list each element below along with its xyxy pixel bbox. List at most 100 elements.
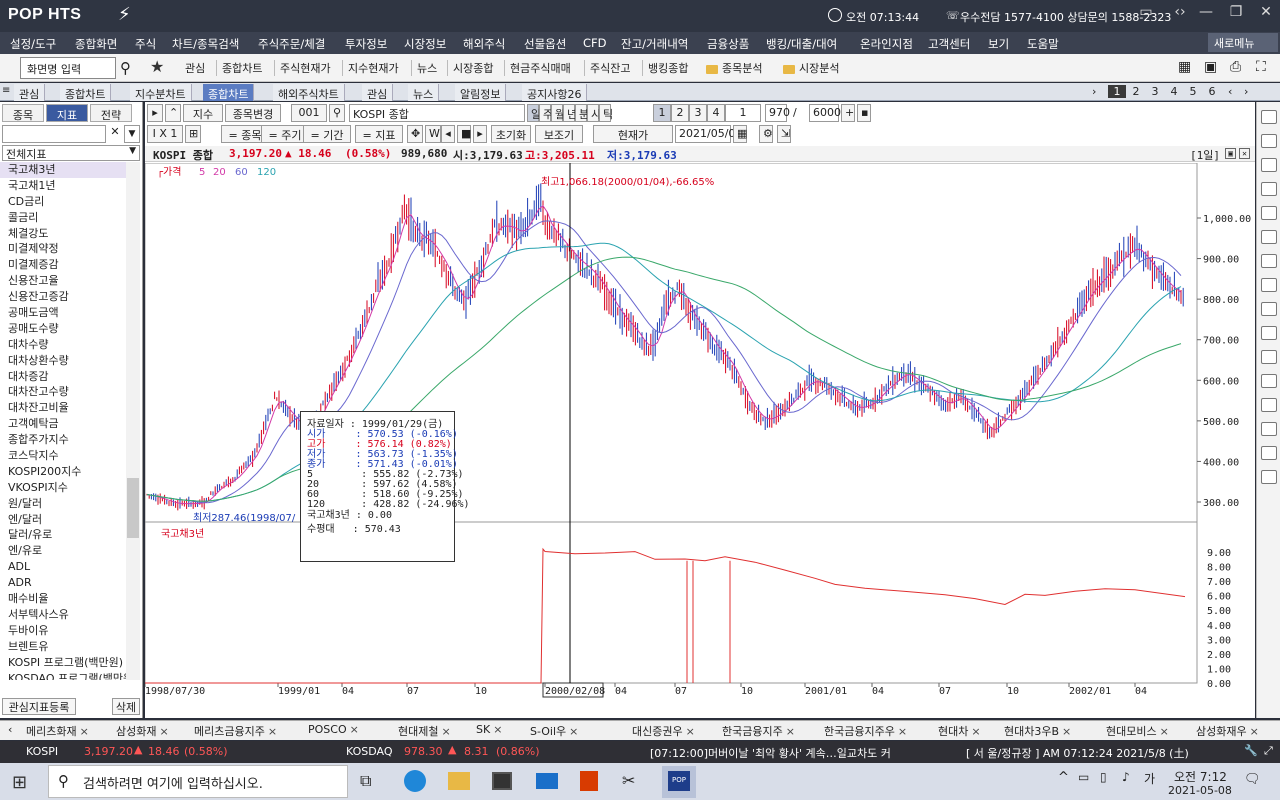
indicator-item[interactable]: KOSDAQ 프로그램(백만원) bbox=[0, 671, 126, 681]
toolbar-item[interactable]: 주식현재가 bbox=[280, 60, 331, 76]
menu-icon[interactable]: ≡ bbox=[2, 85, 10, 96]
count-input[interactable]: 970 bbox=[765, 104, 790, 122]
indicator-item[interactable]: 대차증감 bbox=[0, 369, 126, 385]
indicator-item[interactable]: 공매도수량 bbox=[0, 321, 126, 337]
aux-button[interactable]: 보조기능 bbox=[535, 125, 583, 158]
period-button[interactable]: 틱 bbox=[599, 104, 613, 122]
toolbar-item[interactable]: 주식잔고 bbox=[590, 60, 630, 76]
close-icon[interactable]: ✕ bbox=[1239, 148, 1250, 159]
stock-tab[interactable]: 현대차 × bbox=[938, 723, 981, 739]
date-input[interactable]: 2021/05/07 bbox=[675, 125, 742, 143]
chevron-left-icon[interactable]: ‹ bbox=[8, 723, 12, 736]
monitor-icon[interactable]: ▣ bbox=[1204, 59, 1217, 75]
fib-icon[interactable] bbox=[1261, 254, 1277, 268]
window-tab[interactable]: 종합차트 bbox=[60, 84, 112, 101]
indicator-item[interactable]: KOSPI200지수 bbox=[0, 464, 126, 480]
indicator-item[interactable]: 공매도금액 bbox=[0, 305, 126, 321]
menu-item[interactable]: 뱅킹/대출/대여 bbox=[766, 36, 837, 52]
menu-item[interactable]: 설정/도구 bbox=[10, 36, 56, 52]
battery-icon[interactable]: ▯ bbox=[1100, 770, 1107, 784]
tab-strategy[interactable]: 전략 bbox=[90, 104, 132, 122]
volume-icon[interactable]: ♪ bbox=[1122, 770, 1130, 784]
pencil-icon[interactable] bbox=[1261, 110, 1277, 124]
next-icon[interactable]: ▸ bbox=[473, 125, 487, 143]
menu-item[interactable]: 금융상품 bbox=[707, 36, 749, 52]
menu-item[interactable]: 주식주문/체결 bbox=[258, 36, 325, 52]
close-icon[interactable]: × bbox=[493, 723, 502, 736]
stock-tab[interactable]: 한국금융지주 × bbox=[722, 723, 795, 739]
windows-start-icon[interactable]: ⊞ bbox=[12, 772, 27, 793]
pophts-taskbar-icon[interactable]: POP bbox=[662, 766, 696, 798]
page-number[interactable]: 1 bbox=[1108, 85, 1126, 98]
pitchfork-icon[interactable] bbox=[1261, 326, 1277, 340]
tab-stock[interactable]: 종목 bbox=[2, 104, 44, 122]
menu-item[interactable]: 해외주식 bbox=[463, 36, 505, 52]
clear-icon[interactable]: ✕ bbox=[108, 125, 122, 143]
stock-tab[interactable]: 삼성화재 × bbox=[116, 723, 169, 739]
screen-name-input[interactable]: 화면명 입력 bbox=[20, 57, 116, 79]
close-icon[interactable]: × bbox=[80, 725, 89, 738]
menu-item[interactable]: 보기 bbox=[988, 36, 1009, 52]
menu-item[interactable]: 종합화면 bbox=[75, 36, 117, 52]
period-button[interactable]: 분 bbox=[575, 104, 589, 122]
close-icon[interactable]: ✕ bbox=[1252, 4, 1280, 26]
stock-change-select[interactable]: 종목변경 bbox=[225, 104, 281, 122]
stock-tab[interactable]: 현대차3우B × bbox=[1004, 723, 1071, 739]
print-icon[interactable]: ⎙ bbox=[1230, 59, 1241, 75]
menu-item[interactable]: CFD bbox=[583, 36, 607, 50]
folder-item[interactable]: 종목분석 bbox=[706, 60, 762, 76]
indicator-item[interactable]: 대차수량 bbox=[0, 337, 126, 353]
taskbar-date[interactable]: 2021-05-08 bbox=[1168, 784, 1232, 797]
w-icon[interactable]: W bbox=[425, 125, 441, 143]
calculator-icon[interactable]: ▦ bbox=[1178, 59, 1191, 75]
notification-icon[interactable]: 🗨 bbox=[1244, 772, 1261, 787]
grid-icon[interactable]: ⊞ bbox=[185, 125, 201, 143]
up-icon[interactable]: ⌃ bbox=[165, 104, 181, 122]
indicator-item[interactable]: KOSPI 프로그램(백만원) bbox=[0, 655, 126, 671]
close-icon[interactable]: × bbox=[441, 725, 450, 738]
menu-item[interactable]: 투자정보 bbox=[345, 36, 387, 52]
mail-icon[interactable] bbox=[536, 773, 558, 789]
chevron-down-icon[interactable]: ▼ bbox=[124, 125, 140, 143]
delete-button[interactable]: 삭제 bbox=[112, 698, 140, 715]
export-icon[interactable]: ⇲ bbox=[777, 125, 791, 143]
close-icon[interactable]: × bbox=[159, 725, 168, 738]
period-button[interactable]: 시 bbox=[587, 104, 601, 122]
period-button[interactable]: 일 bbox=[527, 104, 541, 122]
menu-item[interactable]: 차트/종목검색 bbox=[172, 36, 239, 52]
prev-icon[interactable]: ◂ bbox=[441, 125, 455, 143]
indicator-item[interactable]: 미결제약정 bbox=[0, 241, 126, 257]
menu-item[interactable]: 도움말 bbox=[1027, 36, 1059, 52]
minimize-icon[interactable]: — bbox=[1192, 4, 1220, 26]
mode-button[interactable]: = 지표 bbox=[355, 125, 403, 143]
cycle-icon[interactable] bbox=[1261, 398, 1277, 412]
indicator-item[interactable]: 체결강도 bbox=[0, 226, 126, 242]
indicator-item[interactable]: 대차잔고수량 bbox=[0, 384, 126, 400]
expand-icon[interactable]: ⤢ bbox=[1264, 744, 1273, 758]
crosshair-icon[interactable] bbox=[1261, 158, 1277, 172]
stock-tab[interactable]: 삼성화재우 × bbox=[1196, 723, 1259, 739]
indicator-item[interactable]: 브렌트유 bbox=[0, 639, 126, 655]
period-button[interactable]: 년 bbox=[563, 104, 577, 122]
indicator-item[interactable]: 엔/유로 bbox=[0, 543, 126, 559]
eraser-icon[interactable] bbox=[1261, 422, 1277, 436]
indicator-item[interactable]: 엔/달러 bbox=[0, 512, 126, 528]
window-tab[interactable]: 종합차트 bbox=[203, 84, 255, 101]
page-number[interactable]: 6 bbox=[1203, 85, 1221, 98]
stock-tab[interactable]: POSCO × bbox=[308, 723, 359, 736]
menu-item[interactable]: 온라인지점 bbox=[860, 36, 913, 52]
move-icon[interactable]: ✥ bbox=[407, 125, 423, 143]
arrow-icon[interactable] bbox=[1261, 374, 1277, 388]
indicator-item[interactable]: ADR bbox=[0, 575, 126, 591]
indicator-item[interactable]: 신용잔고증감 bbox=[0, 289, 126, 305]
network-icon[interactable]: ▭ bbox=[1078, 770, 1089, 784]
menu-item[interactable]: 시장정보 bbox=[404, 36, 446, 52]
window-tab[interactable]: 지수분차트 bbox=[130, 84, 192, 101]
indicator-item[interactable]: 종합주가지수 bbox=[0, 432, 126, 448]
nav-arrows-icon[interactable]: ‹› bbox=[1166, 4, 1194, 26]
code-input[interactable]: 001 bbox=[291, 104, 327, 122]
add-icon[interactable]: + bbox=[841, 104, 855, 122]
news-ticker[interactable]: [07:12:00]머버이날 '최악 황사' 계속…일교차도 커 bbox=[650, 745, 891, 761]
grid-icon[interactable] bbox=[1261, 302, 1277, 316]
reset-button[interactable]: 초기화 bbox=[491, 125, 531, 143]
